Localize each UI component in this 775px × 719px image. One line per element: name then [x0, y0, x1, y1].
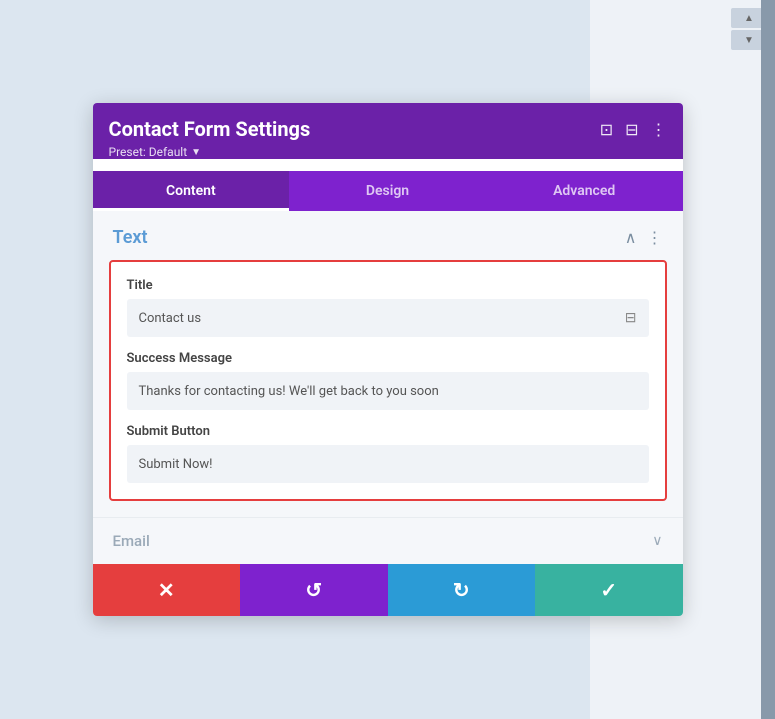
tab-design[interactable]: Design	[289, 171, 486, 211]
submit-button-field-group: Submit Button Submit Now!	[127, 424, 649, 483]
text-section-content: Title Contact us ⊟ Success Message Thank…	[109, 260, 667, 501]
collapse-icon[interactable]: ∧	[625, 228, 637, 247]
success-message-field-group: Success Message Thanks for contacting us…	[127, 351, 649, 410]
success-message-input[interactable]: Thanks for contacting us! We'll get back…	[127, 372, 649, 410]
title-field-group: Title Contact us ⊟	[127, 278, 649, 337]
preset-chevron-icon[interactable]: ▼	[191, 147, 201, 158]
title-field-label: Title	[127, 278, 649, 293]
panel-header: Contact Form Settings ⊡ ⊟ ⋮ Preset: Defa…	[93, 103, 683, 159]
cancel-button[interactable]: ✕	[93, 564, 241, 616]
redo-button[interactable]: ↻	[388, 564, 536, 616]
preset-row: Preset: Default ▼	[109, 145, 667, 159]
submit-button-label: Submit Button	[127, 424, 649, 439]
text-section-title: Text	[113, 227, 148, 248]
section-header-icons: ∧ ⋮	[625, 228, 663, 247]
section-menu-icon[interactable]: ⋮	[647, 228, 663, 247]
header-icons: ⊡ ⊟ ⋮	[600, 120, 667, 139]
panel-title: Contact Form Settings	[109, 117, 311, 141]
success-message-label: Success Message	[127, 351, 649, 366]
more-icon[interactable]: ⋮	[651, 120, 667, 139]
layout-icon[interactable]: ⊟	[625, 120, 638, 139]
title-input[interactable]: Contact us ⊟	[127, 299, 649, 337]
preset-label: Preset: Default	[109, 145, 188, 159]
text-section-header: Text ∧ ⋮	[93, 211, 683, 260]
tab-content[interactable]: Content	[93, 171, 290, 211]
tab-advanced[interactable]: Advanced	[486, 171, 683, 211]
email-section-title: Email	[113, 532, 150, 550]
tabs-bar: Content Design Advanced	[93, 171, 683, 211]
email-chevron-icon: ∨	[652, 533, 662, 549]
title-input-icon: ⊟	[625, 310, 637, 326]
panel-footer: ✕ ↺ ↻ ✓	[93, 564, 683, 616]
email-section[interactable]: Email ∨	[93, 517, 683, 564]
undo-button[interactable]: ↺	[240, 564, 388, 616]
panel-body: Text ∧ ⋮ Title Contact us ⊟ Success Mess…	[93, 211, 683, 564]
submit-button-input[interactable]: Submit Now!	[127, 445, 649, 483]
focus-icon[interactable]: ⊡	[600, 120, 613, 139]
settings-panel: Contact Form Settings ⊡ ⊟ ⋮ Preset: Defa…	[93, 103, 683, 616]
save-button[interactable]: ✓	[535, 564, 683, 616]
